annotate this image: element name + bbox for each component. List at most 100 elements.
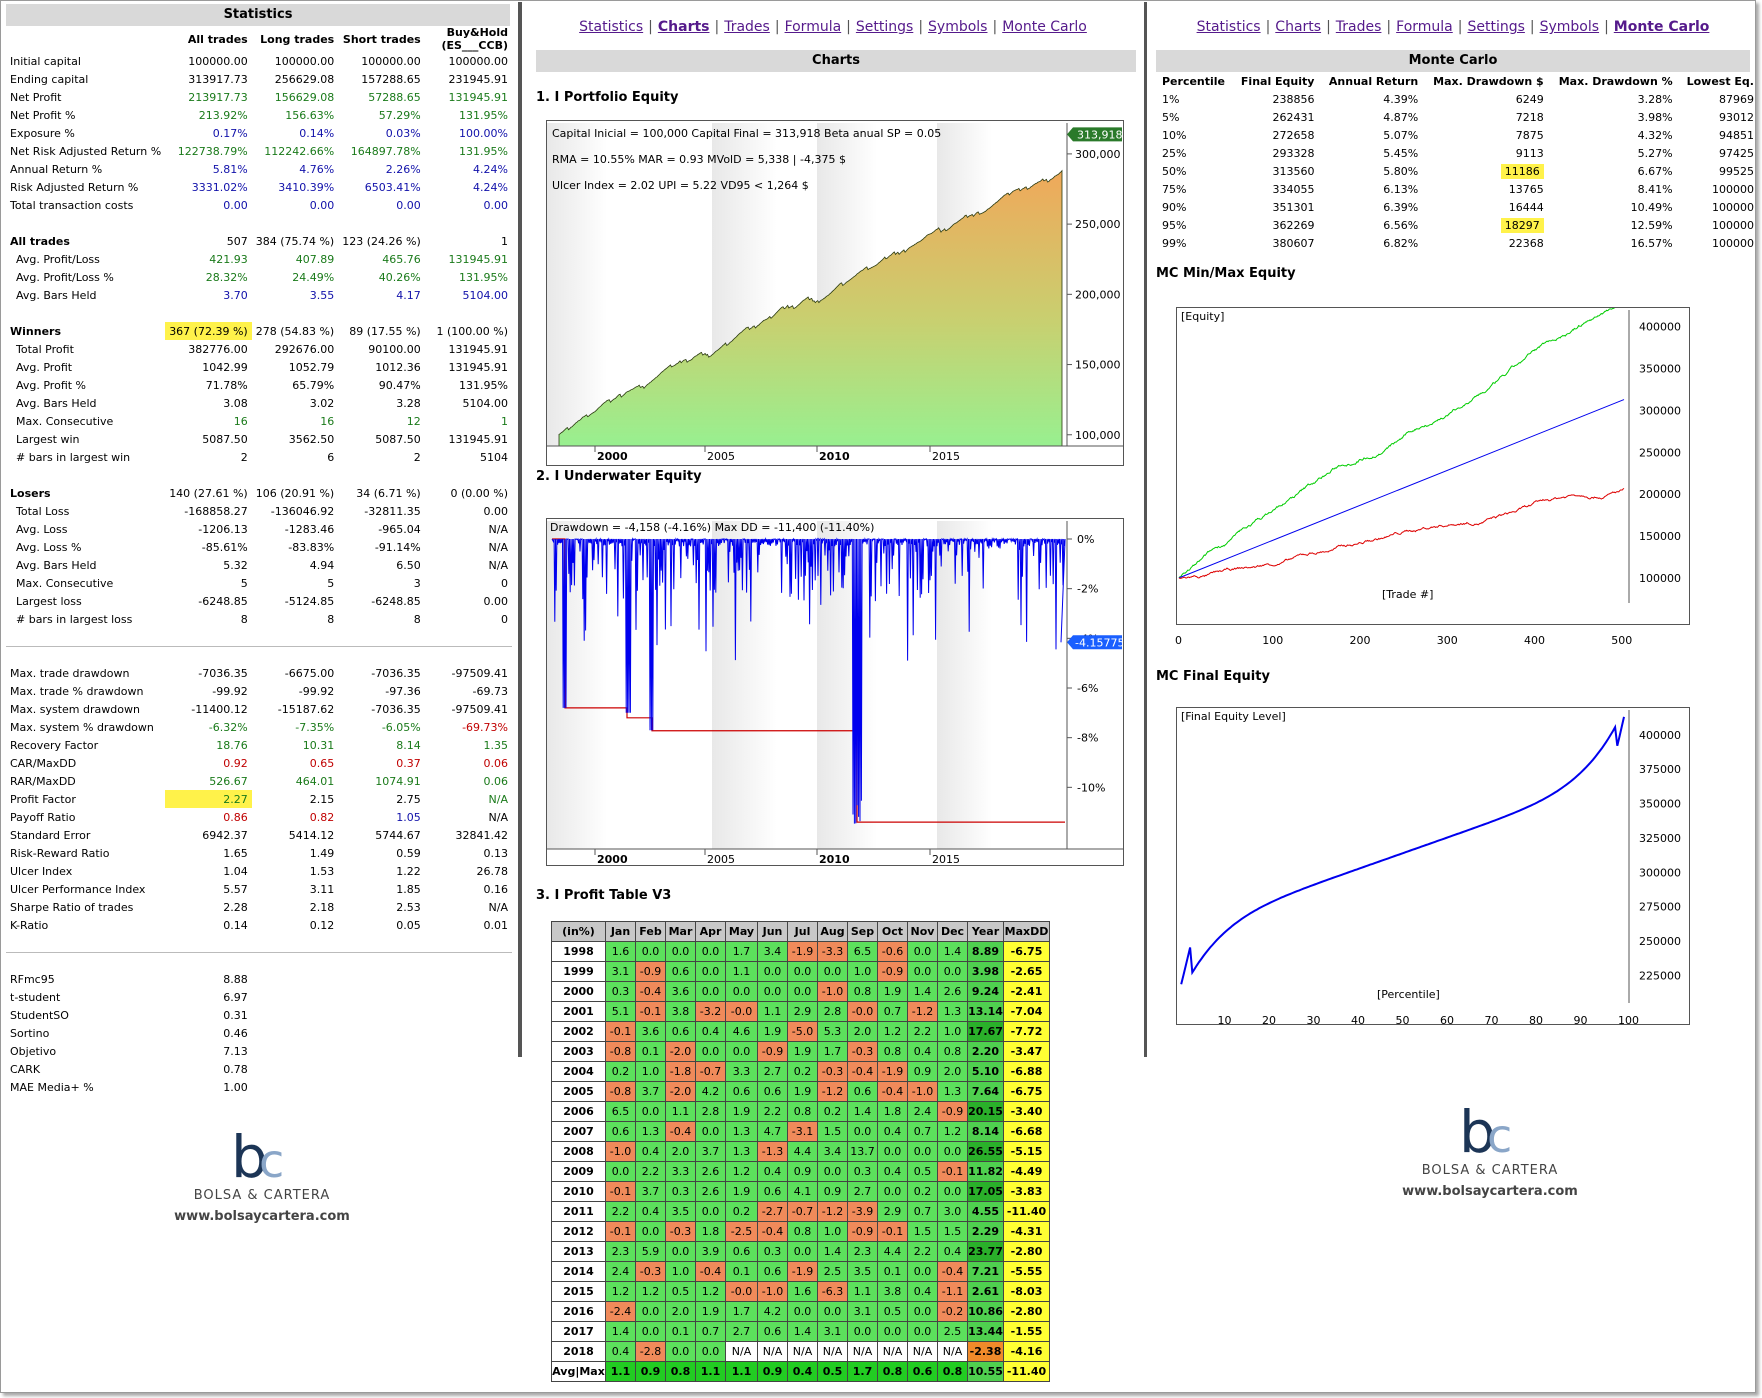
x-tick-label: 2010 (819, 853, 850, 865)
nav-link-symbols[interactable]: Symbols (1540, 19, 1599, 35)
profit-cell: -0.3 (665, 1221, 696, 1242)
profit-cell: 0.8 (937, 1041, 968, 1062)
profit-col-header: Nov (907, 921, 938, 942)
profit-row: 2015 1.2 1.2 0.5 1.2 -0.0 -1.0 1.6 -6.3 1.1 3.8 0.4… (551, 1281, 1050, 1302)
profit-cell: 3.4 (817, 1141, 848, 1162)
profit-cell: 10.55 (967, 1361, 1004, 1382)
profit-cell: 1.9 (877, 981, 908, 1002)
profit-cell: 0.1 (725, 1261, 758, 1282)
stats-label: Largest win (16, 432, 80, 446)
nav-link-settings[interactable]: Settings (1467, 19, 1524, 35)
mc-cell: 5.45% (1383, 146, 1419, 160)
profit-year: 2009 (551, 1161, 606, 1182)
profit-row: Avg|Max 1.1 0.9 0.8 1.1 1.1 0.9 0.4 0.5 1.7 0.8 0.6… (551, 1361, 1050, 1382)
profit-cell: 0.0 (937, 1181, 968, 1202)
stats-label: Max. Consecutive (16, 576, 114, 590)
profit-cell: 0.5 (665, 1281, 696, 1302)
nav-link-trades[interactable]: Trades (1336, 19, 1382, 35)
profit-cell: 0.0 (877, 1181, 908, 1202)
monte-carlo-title: Monte Carlo (1156, 50, 1750, 72)
profit-cell: -11.40 (1003, 1201, 1050, 1222)
profit-cell: 3.9 (695, 1241, 726, 1262)
stats-value: 34 (6.71 %) (356, 486, 421, 500)
mc-row: 95% 362269 6.56% 18297 12.59% 100000 (1156, 216, 1760, 234)
profit-cell: 1.9 (725, 1101, 758, 1122)
profit-cell: 2.20 (967, 1041, 1004, 1062)
profit-cell: 0.0 (907, 1261, 938, 1282)
nav-link-formula[interactable]: Formula (1396, 19, 1453, 35)
profit-col-header: Oct (877, 921, 908, 942)
profit-cell: -0.9 (937, 1101, 968, 1122)
stats-value: 0.06 (483, 756, 509, 770)
nav-link-charts[interactable]: Charts (1275, 19, 1321, 35)
profit-cell: 1.4 (605, 1321, 636, 1342)
stats-value: 1.65 (223, 846, 248, 860)
nav-link-formula[interactable]: Formula (785, 19, 842, 35)
mc-cell: 25% (1162, 146, 1187, 160)
charts-title: Charts (536, 50, 1136, 72)
profit-cell: 0.8 (877, 1041, 908, 1062)
nav-link-statistics[interactable]: Statistics (1197, 19, 1261, 35)
profit-cell: 4.7 (757, 1121, 788, 1142)
profit-year: 2005 (551, 1081, 606, 1102)
stats-value: 5087.50 (375, 432, 421, 446)
profit-cell: 3.5 (847, 1261, 878, 1282)
x-tick-label: 0 (1175, 634, 1182, 647)
portfolio-equity-chart: 300,000 250,000 200,000 150,000 100,000 2000 2… (546, 120, 1124, 466)
profit-cell: 0.8 (877, 1361, 908, 1382)
nav-link-settings[interactable]: Settings (856, 19, 913, 35)
nav-bar-monte-carlo: Statistics | Charts | Trades | Formula | Setting… (1150, 2, 1756, 50)
profit-cell: 0.4 (635, 1201, 666, 1222)
stats-value: 0.00 (396, 198, 421, 212)
stats-label: K-Ratio (10, 918, 49, 932)
stats-value: 16 (233, 414, 248, 428)
y-tick-label: 400000 (1639, 321, 1681, 334)
profit-year: 2002 (551, 1021, 606, 1042)
mc-cell: 10.49% (1630, 200, 1673, 214)
mc-cell: 3.28% (1637, 92, 1673, 106)
mc-cell: 16444 (1508, 200, 1544, 214)
profit-cell: 1.7 (847, 1361, 878, 1382)
stats-value: 0.03% (385, 126, 421, 140)
stats-value: 1.05 (396, 810, 421, 824)
nav-link-charts[interactable]: Charts (658, 19, 710, 35)
profit-cell: -0.4 (695, 1261, 726, 1282)
profit-cell: 0.0 (787, 1241, 818, 1262)
nav-link-monte-carlo[interactable]: Monte Carlo (1002, 19, 1087, 35)
profit-cell: 0.0 (877, 1321, 908, 1342)
profit-cell: -1.0 (605, 1141, 636, 1162)
profit-cell: -2.65 (1003, 961, 1050, 982)
profit-cell: 0.0 (695, 1341, 726, 1362)
profit-cell: 0.0 (695, 1201, 726, 1222)
stats-value: 384 (75.74 %) (255, 234, 335, 248)
nav-link-trades[interactable]: Trades (724, 19, 770, 35)
nav-link-statistics[interactable]: Statistics (579, 19, 643, 35)
profit-cell: 0.3 (605, 981, 636, 1002)
stats-header-row: All trades Long trades Short trades Buy&Hol… (6, 26, 512, 52)
mc-col-header: Final Equity (1240, 74, 1315, 88)
stats-value: 1042.99 (202, 360, 248, 374)
stats-value: 6.50 (396, 558, 421, 572)
logo-url[interactable]: www.bolsaycartera.com (142, 1209, 382, 1224)
nav-link-monte-carlo[interactable]: Monte Carlo (1614, 19, 1710, 35)
last-value-label: 313,918 (1077, 128, 1123, 141)
logo-url[interactable]: www.bolsaycartera.com (1370, 1184, 1610, 1199)
profit-cell: 2.4 (605, 1261, 636, 1282)
stats-row: Exposure % 0.17% 0.14% 0.03% 100.00% (6, 124, 512, 142)
stats-value: 2.28 (223, 900, 248, 914)
x-tick-label: 300 (1436, 634, 1458, 647)
stats-value: 89 (17.55 %) (349, 324, 421, 338)
stats-row: Sortino 0.46 (6, 1024, 512, 1042)
logo-text: BOLSA & CARTERA (1421, 1163, 1559, 1178)
nav-link-symbols[interactable]: Symbols (928, 19, 987, 35)
profit-cell: -3.9 (847, 1201, 878, 1222)
nav-separator: | (1529, 19, 1535, 35)
stats-value: -7036.35 (371, 702, 421, 716)
profit-cell: 0.0 (907, 1141, 938, 1162)
profit-cell: 10.86 (967, 1301, 1004, 1322)
mc-cell: 7218 (1515, 110, 1544, 124)
equity-info-line-2: RMA = 10.55% MAR = 0.93 MVolD = 5,338 | … (552, 153, 846, 166)
profit-cell: 2.9 (787, 1001, 818, 1022)
stats-value: 3562.50 (288, 432, 335, 446)
stats-label: All trades (10, 234, 70, 248)
